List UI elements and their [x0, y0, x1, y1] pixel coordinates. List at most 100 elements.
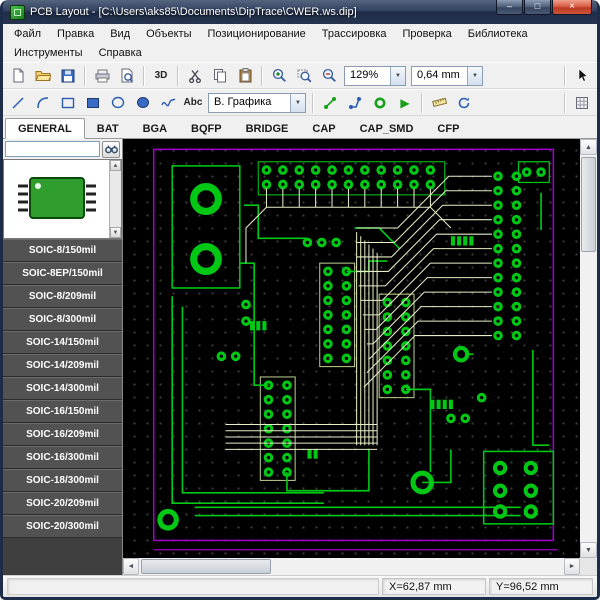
print-button[interactable] [90, 65, 114, 87]
copy-icon [213, 68, 227, 83]
tab-bridge[interactable]: BRIDGE [234, 119, 301, 138]
run-autoroute-button[interactable]: ▶ [393, 92, 417, 114]
vertical-scroll-track[interactable] [580, 155, 597, 542]
titlebar[interactable]: PCB Layout - [C:\Users\aks85\Documents\D… [3, 0, 597, 24]
component-search-button[interactable] [102, 141, 120, 158]
filled-rectangle-tool-button[interactable] [81, 92, 105, 114]
tab-general[interactable]: GENERAL [5, 118, 85, 139]
menu-item-tools[interactable]: Инструменты [6, 45, 91, 61]
route-trace-button[interactable] [318, 92, 342, 114]
toolbar-separator [421, 93, 423, 113]
layer-value: В. Графика [209, 94, 290, 112]
zoom-window-button[interactable] [292, 65, 316, 87]
menu-item-edit[interactable]: Правка [49, 26, 102, 42]
chevron-down-icon[interactable]: ▼ [467, 67, 482, 85]
list-item[interactable]: SOIC-8EP/150mil [3, 262, 122, 285]
rectangle-tool-button[interactable] [56, 92, 80, 114]
list-item[interactable]: SOIC-16/150mil [3, 400, 122, 423]
maximize-button[interactable]: □ [524, 0, 551, 15]
binoculars-icon [105, 144, 118, 154]
zoom-in-button[interactable] [267, 65, 291, 87]
list-item[interactable]: SOIC-16/209mil [3, 423, 122, 446]
scroll-down-icon[interactable]: ▼ [110, 227, 121, 238]
print-icon [95, 69, 110, 83]
select-tool-button[interactable] [570, 65, 594, 87]
chevron-down-icon[interactable]: ▼ [390, 67, 405, 85]
tab-bat[interactable]: BAT [85, 119, 131, 138]
list-item[interactable]: SOIC-20/300mil [3, 515, 122, 538]
toolbar-separator [177, 66, 179, 86]
list-item[interactable]: SOIC-8/209mil [3, 285, 122, 308]
tab-bga[interactable]: BGA [131, 119, 179, 138]
tab-bqfp[interactable]: BQFP [179, 119, 234, 138]
vertical-scroll-thumb[interactable] [581, 157, 596, 252]
new-file-button[interactable] [6, 65, 30, 87]
list-item[interactable]: SOIC-8/150mil [3, 239, 122, 262]
list-item[interactable]: SOIC-16/300mil [3, 446, 122, 469]
measure-tool-button[interactable] [427, 92, 451, 114]
menu-item-library[interactable]: Библиотека [460, 26, 536, 42]
pcb-canvas[interactable] [123, 139, 580, 558]
menu-item-file[interactable]: Файл [6, 26, 49, 42]
close-button[interactable]: × [552, 0, 592, 15]
menu-item-placement[interactable]: Позиционирование [200, 26, 314, 42]
paste-icon [239, 68, 252, 83]
menu-item-verification[interactable]: Проверка [395, 26, 460, 42]
vertical-scrollbar[interactable]: ▲ ▼ [580, 139, 597, 558]
list-item[interactable]: SOIC-14/150mil [3, 331, 122, 354]
print-preview-icon [120, 68, 134, 83]
list-item[interactable]: SOIC-20/209mil [3, 492, 122, 515]
component-search-input[interactable] [5, 141, 100, 157]
scroll-right-icon[interactable]: ► [564, 558, 580, 575]
spline-icon [161, 97, 176, 109]
menu-item-objects[interactable]: Объекты [138, 26, 199, 42]
copy-button[interactable] [208, 65, 232, 87]
scroll-down-icon[interactable]: ▼ [580, 542, 597, 558]
toolbar-separator [564, 66, 566, 86]
tab-cap-smd[interactable]: CAP_SMD [348, 119, 426, 138]
list-item[interactable]: SOIC-18/300mil [3, 469, 122, 492]
cut-button[interactable] [183, 65, 207, 87]
scroll-up-icon[interactable]: ▲ [110, 160, 121, 171]
filled-ellipse-tool-button[interactable] [131, 92, 155, 114]
app-window: PCB Layout - [C:\Users\aks85\Documents\D… [0, 0, 600, 600]
ellipse-icon [111, 96, 125, 109]
grid-combo[interactable]: 0,64 mm ▼ [411, 66, 483, 86]
list-item[interactable]: SOIC-14/209mil [3, 354, 122, 377]
horizontal-scrollbar[interactable]: ◄ ► [123, 558, 580, 575]
route-manual-button[interactable] [343, 92, 367, 114]
scroll-left-icon[interactable]: ◄ [123, 558, 139, 575]
menu-item-routing[interactable]: Трассировка [314, 26, 395, 42]
preview-scrollbar[interactable]: ▲ ▼ [109, 160, 121, 238]
via-tool-button[interactable] [368, 92, 392, 114]
list-item[interactable]: SOIC-14/300mil [3, 377, 122, 400]
menubar-row1: Файл Правка Вид Объекты Позиционирование… [3, 24, 597, 43]
zoom-out-button[interactable] [317, 65, 341, 87]
paste-button[interactable] [233, 65, 257, 87]
view-3d-button[interactable]: 3D [149, 65, 173, 87]
scroll-up-icon[interactable]: ▲ [580, 139, 597, 155]
tab-cap[interactable]: CAP [300, 119, 347, 138]
minimize-button[interactable]: – [496, 0, 523, 15]
zoom-combo[interactable]: 129% ▼ [344, 66, 406, 86]
arc-tool-button[interactable] [31, 92, 55, 114]
open-file-button[interactable] [31, 65, 55, 87]
list-item[interactable]: SOIC-8/300mil [3, 308, 122, 331]
menu-item-view[interactable]: Вид [102, 26, 138, 42]
tab-cfp[interactable]: CFP [425, 119, 471, 138]
update-ratlines-button[interactable] [452, 92, 476, 114]
ellipse-tool-button[interactable] [106, 92, 130, 114]
spline-tool-button[interactable] [156, 92, 180, 114]
horizontal-scroll-track[interactable] [139, 558, 564, 575]
layer-combo[interactable]: В. Графика ▼ [208, 93, 306, 113]
line-tool-button[interactable] [6, 92, 30, 114]
menu-item-help[interactable]: Справка [91, 45, 150, 61]
save-button[interactable] [56, 65, 80, 87]
horizontal-scroll-thumb[interactable] [141, 559, 271, 574]
print-preview-button[interactable] [115, 65, 139, 87]
pattern-editor-button[interactable] [570, 92, 594, 114]
text-tool-button[interactable]: Abc [181, 92, 205, 114]
zoom-in-icon [272, 68, 287, 83]
chevron-down-icon[interactable]: ▼ [290, 94, 305, 112]
save-icon [61, 69, 75, 83]
